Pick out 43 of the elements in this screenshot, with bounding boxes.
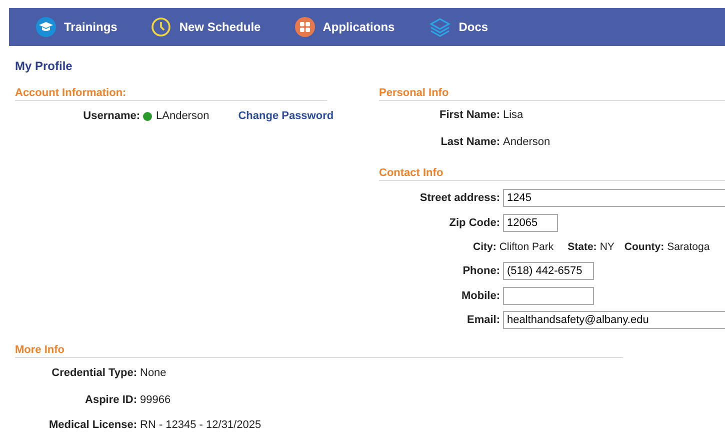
field-value: LAnderson [156, 110, 210, 122]
section-heading: Account Information: [15, 87, 327, 101]
nav-link[interactable]: New Schedule [151, 17, 261, 37]
section-heading: More Info [15, 344, 623, 358]
grid-icon [294, 17, 315, 37]
field-value: 99966 [140, 394, 171, 406]
field-label: County: [624, 241, 664, 253]
field-value: None [140, 366, 166, 378]
field-label: City: [473, 241, 496, 253]
page-title: My Profile [15, 59, 74, 73]
field-label: State: [568, 241, 597, 253]
change-password-link[interactable]: Change Password [238, 110, 334, 122]
field-label: Username: [82, 110, 141, 122]
layers-icon [428, 17, 451, 37]
input-field[interactable] [503, 286, 594, 305]
input-field[interactable]: (518) 442-6575 [503, 262, 594, 280]
field-value: Lisa [503, 109, 524, 121]
graduation-cap-icon [36, 17, 56, 37]
field-label: First Name: [438, 109, 501, 121]
field-label: Street address: [418, 192, 501, 204]
input-field[interactable]: healthandsafety@albany.edu [503, 311, 725, 330]
field-value: Anderson [503, 136, 550, 148]
field-label: Email: [466, 314, 501, 326]
field-value: Saratoga [667, 241, 710, 253]
field-label: Aspire ID: [84, 394, 138, 406]
status-dot [143, 112, 152, 120]
section-heading: Personal Info [379, 87, 725, 101]
input-field[interactable]: 12065 [503, 214, 558, 232]
input-field[interactable]: 1245 [503, 189, 725, 208]
clock-icon [151, 17, 172, 37]
field-label: Mobile: [460, 290, 501, 302]
section-heading: Contact Info [379, 167, 725, 181]
field-label: Phone: [462, 265, 501, 278]
field-label: Credential Type: [50, 366, 138, 378]
nav-link[interactable]: Trainings [36, 17, 118, 37]
nav-link[interactable]: Applications [294, 17, 395, 37]
field-label: Zip Code: [448, 216, 501, 229]
field-label: Last Name: [440, 136, 501, 148]
field-label: Medical License: [48, 419, 138, 431]
field-value: RN - 12345 - 12/31/2025 [140, 419, 262, 431]
nav-link[interactable]: Docs [428, 17, 488, 37]
field-value: NY [600, 241, 614, 253]
field-value: Clifton Park [499, 241, 554, 253]
